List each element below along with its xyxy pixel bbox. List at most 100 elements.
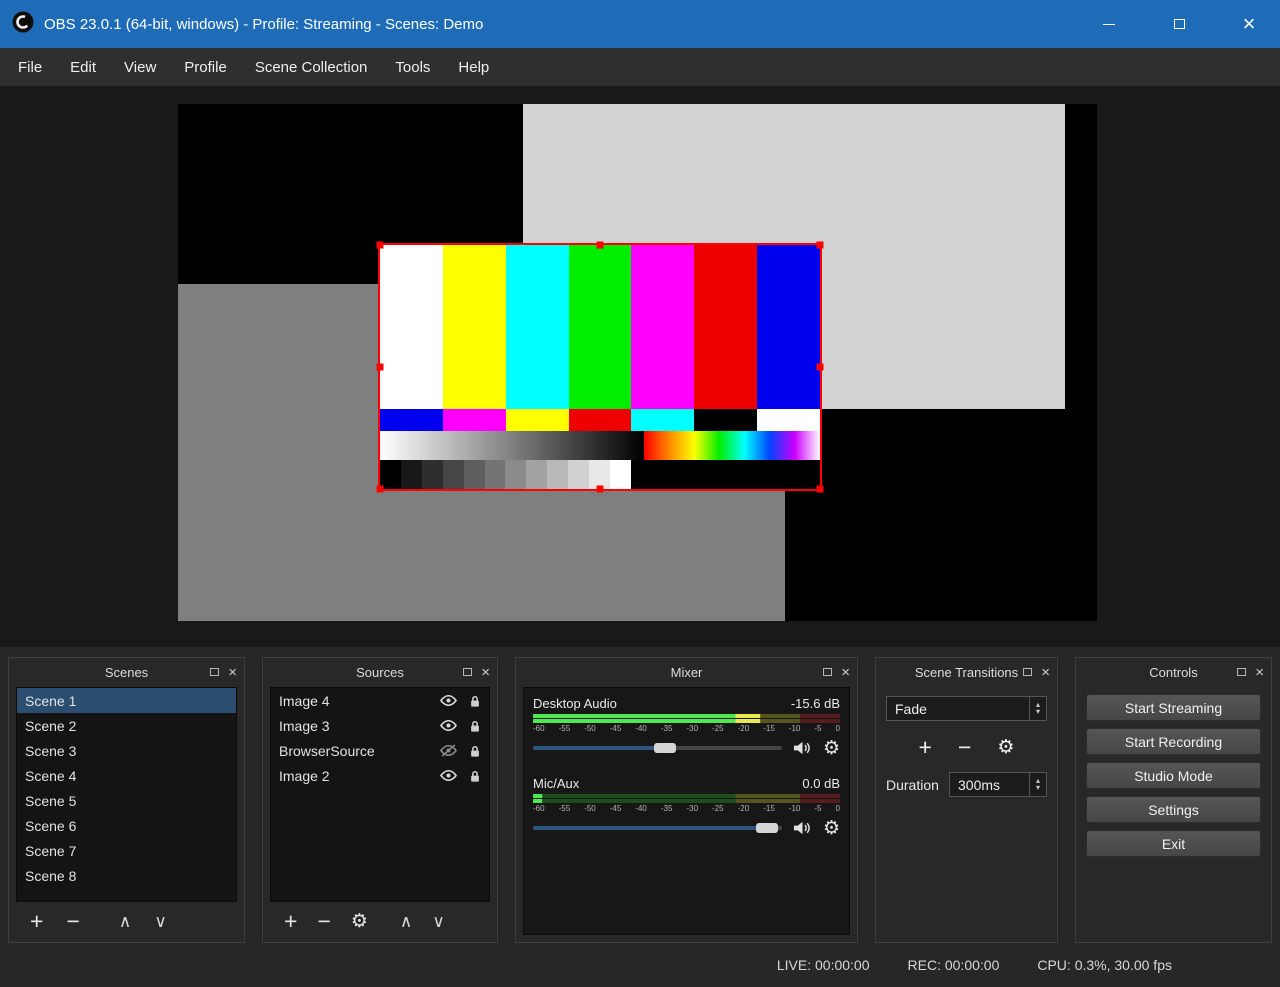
scenes-toolbar: + − ∧ ∨ [16,905,237,937]
menu-item-file[interactable]: File [4,50,56,85]
minimize-button[interactable] [1086,0,1132,48]
spin-down-arrow-icon[interactable]: ▾ [1036,785,1040,791]
scenes-panel-header[interactable]: Scenes × [9,658,244,686]
menu-item-edit[interactable]: Edit [56,50,110,85]
dock-float-icon[interactable] [1237,668,1246,676]
transition-properties-gear-icon[interactable]: ⚙ [997,738,1014,757]
selected-source-colorbars[interactable] [378,243,822,491]
reverse-bar [569,409,632,431]
menu-item-help[interactable]: Help [444,50,503,85]
dock-float-icon[interactable] [823,668,832,676]
scene-list-item[interactable]: Scene 2 [17,713,236,738]
menu-item-scene-collection[interactable]: Scene Collection [241,50,382,85]
mixer-panel: Mixer × Desktop Audio-15.6 dB-60-55-50-4… [515,657,858,943]
resize-handle-bottom-right[interactable] [817,486,824,493]
move-source-down-button[interactable]: ∨ [432,913,444,930]
volume-slider-handle[interactable] [654,743,676,753]
volume-slider-handle[interactable] [756,823,778,833]
start-streaming-button[interactable]: Start Streaming [1086,694,1261,721]
controls-panel-header[interactable]: Controls × [1076,658,1271,686]
meter-tick-label: -45 [610,804,622,813]
move-scene-down-button[interactable]: ∨ [154,913,166,930]
add-transition-button[interactable]: + [919,736,932,759]
meter-tick-label: -50 [584,724,596,733]
volume-slider[interactable] [533,740,782,756]
scene-list-item[interactable]: Scene 5 [17,788,236,813]
resize-handle-top[interactable] [597,242,604,249]
dock-float-icon[interactable] [463,668,472,676]
gray-step [464,460,485,489]
lock-icon[interactable] [469,744,481,758]
move-scene-up-button[interactable]: ∧ [119,913,131,930]
mixer-panel-header[interactable]: Mixer × [516,658,857,686]
window-title: OBS 23.0.1 (64-bit, windows) - Profile: … [44,16,483,33]
speaker-icon[interactable] [793,820,812,836]
transition-select[interactable]: Fade ▴ ▾ [886,696,1047,721]
duration-value: 300ms [958,777,1000,793]
resize-handle-bottom-left[interactable] [377,486,384,493]
add-source-button[interactable]: + [284,910,297,933]
lock-icon[interactable] [469,719,481,733]
resize-handle-right[interactable] [817,364,824,371]
dock-close-icon[interactable]: × [481,665,490,680]
resize-handle-bottom[interactable] [597,486,604,493]
titlebar[interactable]: OBS 23.0.1 (64-bit, windows) - Profile: … [0,0,1280,48]
remove-source-button[interactable]: − [317,910,330,933]
dock-float-icon[interactable] [1023,668,1032,676]
combo-down-arrow-icon[interactable]: ▾ [1036,709,1040,715]
visibility-eye-icon[interactable] [439,769,458,782]
start-recording-button[interactable]: Start Recording [1086,728,1261,755]
lock-icon[interactable] [469,769,481,783]
dock-close-icon[interactable]: × [1041,665,1050,680]
color-bar [569,245,632,409]
add-scene-button[interactable]: + [30,910,43,933]
visibility-eye-icon[interactable] [439,694,458,707]
settings-button[interactable]: Settings [1086,796,1261,823]
menu-item-tools[interactable]: Tools [381,50,444,85]
remove-transition-button[interactable]: − [958,736,971,759]
source-list-item[interactable]: Image 3 [271,713,489,738]
move-source-up-button[interactable]: ∧ [400,913,412,930]
maximize-button[interactable] [1156,0,1202,48]
scene-list-item[interactable]: Scene 3 [17,738,236,763]
menu-item-profile[interactable]: Profile [170,50,241,85]
exit-button[interactable]: Exit [1086,830,1261,857]
visibility-eye-icon[interactable] [439,719,458,732]
source-properties-gear-icon[interactable]: ⚙ [351,912,368,931]
sources-panel-header[interactable]: Sources × [263,658,497,686]
duration-spinbox[interactable]: 300ms ▴ ▾ [949,772,1047,797]
speaker-icon[interactable] [793,740,812,756]
scene-list-item[interactable]: Scene 8 [17,863,236,888]
menu-item-view[interactable]: View [110,50,170,85]
scene-list-item[interactable]: Scene 4 [17,763,236,788]
close-button[interactable]: × [1226,0,1272,48]
sources-toolbar: + − ⚙ ∧ ∨ [270,905,490,937]
dock-float-icon[interactable] [210,668,219,676]
mixer-channel: Mic/Aux0.0 dB-60-55-50-45-40-35-30-25-20… [533,776,840,840]
scene-canvas[interactable] [178,104,1097,621]
mixer-settings-gear-icon[interactable]: ⚙ [823,737,840,760]
resize-handle-left[interactable] [377,364,384,371]
source-list-item[interactable]: BrowserSource [271,738,489,763]
dock-close-icon[interactable]: × [1255,665,1264,680]
dock-close-icon[interactable]: × [841,665,850,680]
scene-list-item[interactable]: Scene 1 [17,688,236,713]
studio-mode-button[interactable]: Studio Mode [1086,762,1261,789]
color-bar [380,245,443,409]
reverse-bar [443,409,506,431]
lock-icon[interactable] [469,694,481,708]
resize-handle-top-right[interactable] [817,242,824,249]
mixer-settings-gear-icon[interactable]: ⚙ [823,817,840,840]
sources-list: Image 4Image 3BrowserSourceImage 2 [270,687,490,902]
transitions-panel-header[interactable]: Scene Transitions × [876,658,1057,686]
volume-slider[interactable] [533,820,782,836]
scene-list-item[interactable]: Scene 6 [17,813,236,838]
remove-scene-button[interactable]: − [66,910,79,933]
source-list-item[interactable]: Image 4 [271,688,489,713]
dock-close-icon[interactable]: × [228,665,237,680]
scene-list-item[interactable]: Scene 7 [17,838,236,863]
visibility-eye-off-icon[interactable] [439,744,458,757]
resize-handle-top-left[interactable] [377,242,384,249]
rainbow-gradient [644,431,820,460]
source-list-item[interactable]: Image 2 [271,763,489,788]
